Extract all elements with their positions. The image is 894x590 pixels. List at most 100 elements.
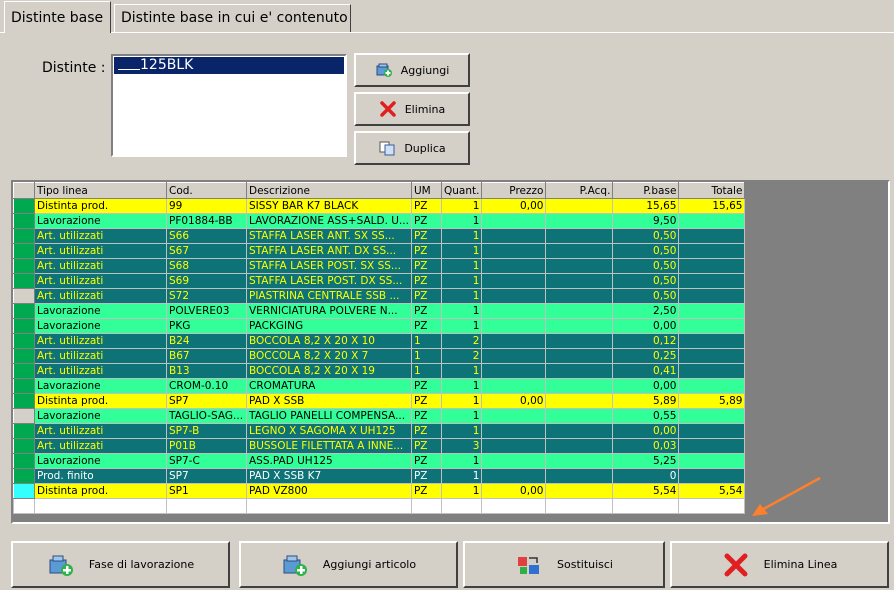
cell-um[interactable]: PZ (410, 228, 442, 244)
cell-pbase[interactable]: 2,50 (612, 303, 680, 319)
cell-pbase[interactable]: 0,00 (612, 423, 680, 439)
cell-pacq[interactable] (545, 423, 614, 439)
header-tipo-linea[interactable]: Tipo linea (34, 182, 167, 199)
header-quant[interactable]: Quant. (440, 182, 483, 199)
row-indicator[interactable] (13, 408, 35, 424)
header-pbase[interactable]: P.base (612, 182, 680, 199)
cell-prezzo[interactable] (481, 408, 547, 424)
cell-prezzo[interactable] (481, 213, 547, 229)
cell-cod[interactable]: TAGLIO-SAG... (166, 408, 247, 424)
cell-um[interactable]: 1 (410, 333, 442, 349)
cell-totale[interactable] (678, 273, 746, 289)
cell-descrizione[interactable]: BOCCOLA 8,2 X 20 X 10 (246, 333, 412, 349)
cell-cod[interactable]: 99 (166, 198, 247, 214)
cell-tipo-linea[interactable]: Lavorazione (34, 213, 167, 229)
cell-cod[interactable]: CROM-0.10 (166, 378, 247, 394)
table-row[interactable]: Art. utilizzati B24 BOCCOLA 8,2 X 20 X 10 1… (13, 333, 746, 349)
cell-um[interactable]: PZ (410, 243, 442, 259)
cell-totale[interactable] (678, 348, 746, 364)
cell-pacq[interactable] (545, 378, 614, 394)
cell-prezzo[interactable] (481, 378, 547, 394)
table-row[interactable]: Art. utilizzati B67 BOCCOLA 8,2 X 20 X 712… (13, 348, 746, 364)
cell-cod[interactable]: SP1 (166, 483, 247, 499)
header-totale[interactable]: Totale (678, 182, 746, 199)
cell-totale[interactable] (678, 453, 746, 469)
cell-pacq[interactable] (545, 348, 614, 364)
cell-descrizione[interactable]: SISSY BAR K7 BLACK (246, 198, 412, 214)
cell-cod[interactable]: S66 (166, 228, 247, 244)
cell-tipo-linea[interactable]: Art. utilizzati (34, 333, 167, 349)
cell-quant[interactable]: 2 (440, 348, 483, 364)
row-indicator[interactable] (13, 438, 35, 454)
cell-descrizione[interactable]: ASS.PAD UH125 (246, 453, 412, 469)
cell-tipo-linea[interactable]: Lavorazione (34, 378, 167, 394)
cell-prezzo[interactable] (481, 258, 547, 274)
cell-pacq[interactable] (545, 438, 614, 454)
cell-tipo-linea[interactable]: Lavorazione (34, 303, 167, 319)
cell-quant[interactable]: 1 (440, 288, 483, 304)
cell-tipo-linea[interactable]: Distinta prod. (34, 198, 167, 214)
cell-descrizione[interactable]: PIASTRINA CENTRALE SSB ... (246, 288, 412, 304)
cell-descrizione[interactable]: CROMATURA (246, 378, 412, 394)
table-row[interactable]: Art. utilizzati B13 BOCCOLA 8,2 X 20 X 19 1… (13, 363, 746, 379)
cell-um[interactable]: PZ (410, 198, 442, 214)
header-descrizione[interactable]: Descrizione (246, 182, 412, 199)
cell-tipo-linea[interactable]: Art. utilizzati (34, 228, 167, 244)
duplica-button[interactable]: Duplica (354, 131, 470, 165)
cell-quant[interactable]: 1 (440, 423, 483, 439)
cell-quant[interactable]: 3 (440, 438, 483, 454)
cell-pacq[interactable] (545, 333, 614, 349)
cell-pbase[interactable]: 0,50 (612, 228, 680, 244)
cell-cod[interactable]: P01B (166, 438, 247, 454)
table-row[interactable]: Lavorazione PF01884-BB LAVORAZIONE ASS+SAL… (13, 213, 746, 229)
cell-pacq[interactable] (545, 453, 614, 469)
cell-descrizione[interactable]: BUSSOLE FILETTATA A INNE... (246, 438, 412, 454)
cell-um[interactable]: PZ (410, 453, 442, 469)
cell-tipo-linea[interactable]: Art. utilizzati (34, 288, 167, 304)
cell-pacq[interactable] (545, 198, 614, 214)
cell-um[interactable]: 1 (410, 363, 442, 379)
row-indicator[interactable] (13, 318, 35, 334)
cell-quant[interactable]: 1 (440, 468, 483, 484)
distinte-listbox[interactable]: 125BLK (111, 54, 347, 157)
cell-quant[interactable]: 1 (440, 453, 483, 469)
cell-cod[interactable]: B13 (166, 363, 247, 379)
cell-tipo-linea[interactable]: Art. utilizzati (34, 348, 167, 364)
cell-um[interactable]: PZ (410, 288, 442, 304)
header-pacq[interactable]: P.Acq. (545, 182, 614, 199)
cell-um[interactable]: PZ (410, 423, 442, 439)
cell-descrizione[interactable]: BOCCOLA 8,2 X 20 X 7 (246, 348, 412, 364)
cell-prezzo[interactable] (481, 303, 547, 319)
cell-tipo-linea[interactable]: Art. utilizzati (34, 273, 167, 289)
cell-tipo-linea[interactable]: Prod. finito (34, 468, 167, 484)
elimina-linea-button[interactable]: Elimina Linea (670, 541, 889, 588)
cell-pacq[interactable] (545, 228, 614, 244)
cell-prezzo[interactable] (481, 228, 547, 244)
cell-descrizione[interactable]: VERNICIATURA POLVERE N... (246, 303, 412, 319)
cell-tipo-linea[interactable]: Art. utilizzati (34, 438, 167, 454)
cell-prezzo[interactable] (481, 288, 547, 304)
cell-prezzo[interactable] (481, 243, 547, 259)
row-indicator[interactable] (13, 363, 35, 379)
cell-pacq[interactable] (545, 303, 614, 319)
table-row[interactable]: Art. utilizzati S66 STAFFA LASER ANT. SX S… (13, 228, 746, 244)
cell-um[interactable]: PZ (410, 378, 442, 394)
cell-quant[interactable]: 1 (440, 303, 483, 319)
cell-descrizione[interactable]: LAVORAZIONE ASS+SALD. U... (246, 213, 412, 229)
cell-totale[interactable] (678, 243, 746, 259)
cell-prezzo[interactable] (481, 468, 547, 484)
cell-totale[interactable] (678, 303, 746, 319)
elimina-button[interactable]: Elimina (354, 92, 470, 126)
cell-pbase[interactable]: 0 (612, 468, 680, 484)
table-row[interactable]: Lavorazione CROM-0.10 CROMATURA PZ 1 0,00 (13, 378, 746, 394)
cell-um[interactable]: PZ (410, 273, 442, 289)
cell-totale[interactable] (678, 333, 746, 349)
cell-quant[interactable]: 1 (440, 213, 483, 229)
row-indicator[interactable] (13, 483, 35, 499)
cell-pacq[interactable] (545, 468, 614, 484)
table-row[interactable]: Lavorazione SP7-C ASS.PAD UH125 PZ 1 5,25 (13, 453, 746, 469)
cell-prezzo[interactable] (481, 348, 547, 364)
cell-descrizione[interactable]: LEGNO X SAGOMA X UH125 (246, 423, 412, 439)
row-indicator[interactable] (13, 198, 35, 214)
cell-totale[interactable] (678, 423, 746, 439)
